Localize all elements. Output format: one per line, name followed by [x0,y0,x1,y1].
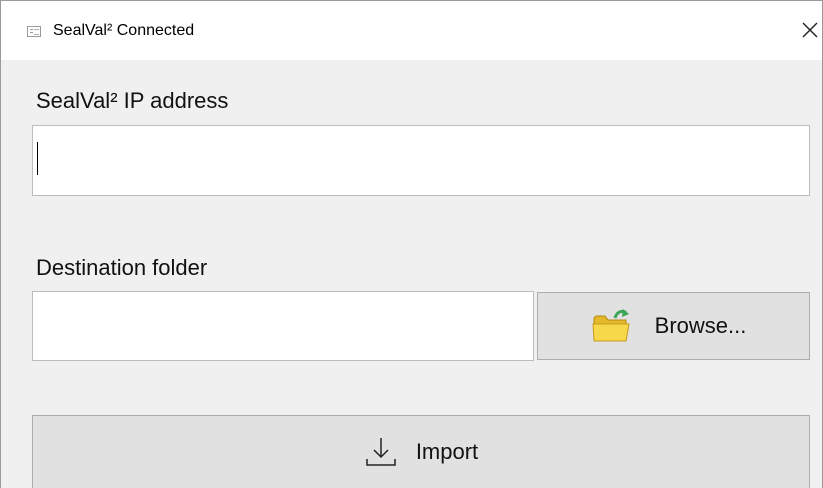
ip-address-input[interactable] [32,125,810,196]
destination-folder-label: Destination folder [36,255,208,280]
browse-button-label: Browse... [654,313,747,338]
text-caret [37,142,38,175]
window-title: SealVal² Connected [53,22,195,39]
browse-button[interactable]: Browse... [537,292,810,360]
download-icon [364,435,398,469]
ip-address-label: SealVal² IP address [36,88,229,113]
close-icon [802,22,818,38]
app-window-icon [27,26,41,37]
import-button-label: Import [415,439,479,464]
folder-icon [591,308,631,344]
import-button[interactable]: Import [32,415,810,488]
destination-folder-input[interactable] [32,291,534,361]
dialog-window: SealVal² Connected SealVal² IP address D… [0,0,823,488]
title-bar[interactable]: SealVal² Connected [1,0,822,60]
close-button[interactable] [796,15,823,45]
